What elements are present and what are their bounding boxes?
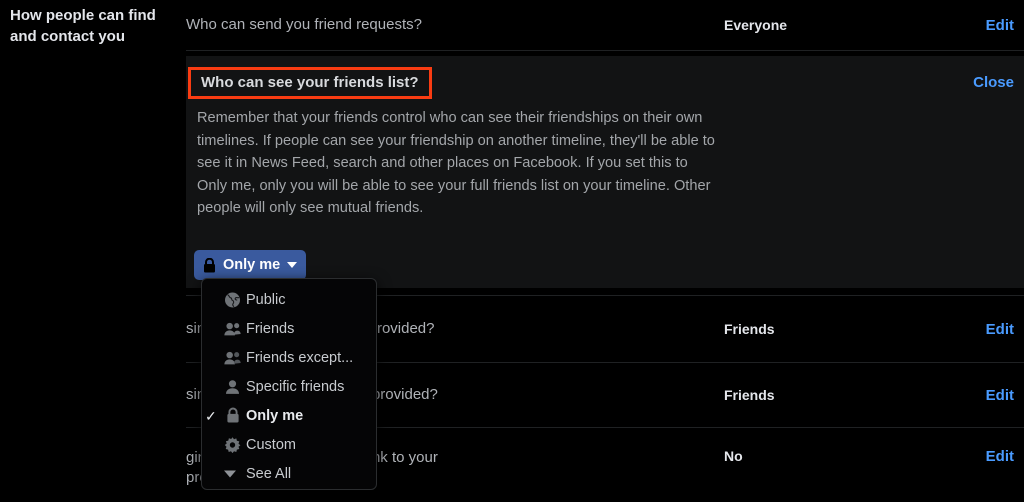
dropdown-item-label: Specific friends xyxy=(246,378,345,395)
gear-icon xyxy=(224,436,241,453)
friends-except-icon xyxy=(224,349,241,366)
setting-value: Friends xyxy=(724,321,775,337)
audience-selector-label: Only me xyxy=(223,257,281,273)
dropdown-item-only-me[interactable]: ✓ Only me xyxy=(202,401,376,430)
dropdown-item-label: Public xyxy=(246,291,286,308)
dropdown-item-public[interactable]: Public xyxy=(202,285,376,314)
setting-value: Friends xyxy=(724,387,775,403)
section-heading: How people can find and contact you xyxy=(10,7,156,45)
dropdown-item-label: Friends xyxy=(246,320,295,337)
audience-selector-button[interactable]: Only me xyxy=(194,250,307,280)
edit-link[interactable]: Edit xyxy=(986,17,1024,34)
person-icon xyxy=(224,378,241,395)
close-link[interactable]: Close xyxy=(973,74,1014,91)
edit-link[interactable]: Edit xyxy=(986,387,1024,404)
setting-row-friend-requests[interactable]: Who can send you friend requests? Everyo… xyxy=(186,0,1024,50)
dropdown-item-see-all[interactable]: See All xyxy=(202,459,376,488)
dropdown-item-friends-except[interactable]: Friends except... xyxy=(202,343,376,372)
dropdown-item-label: Friends except... xyxy=(246,349,354,366)
expanded-setting-panel-friends-list: Who can see your friends list? Close Rem… xyxy=(186,56,1024,288)
lock-icon xyxy=(203,257,216,273)
friends-icon xyxy=(224,320,241,337)
dropdown-item-label: Only me xyxy=(246,407,304,424)
audience-dropdown-menu[interactable]: Public Friends Friends except... Specifi… xyxy=(201,278,377,490)
dropdown-item-specific-friends[interactable]: Specific friends xyxy=(202,372,376,401)
dropdown-item-friends[interactable]: Friends xyxy=(202,314,376,343)
dropdown-item-label: See All xyxy=(246,465,292,482)
chevron-down-icon xyxy=(224,470,236,477)
row-divider xyxy=(186,50,1024,51)
dropdown-item-custom[interactable]: Custom xyxy=(202,430,376,459)
check-icon: ✓ xyxy=(205,407,217,424)
highlight-box: Who can see your friends list? xyxy=(188,67,432,99)
globe-icon xyxy=(224,291,241,308)
expanded-setting-description: Remember that your friends control who c… xyxy=(197,110,715,216)
edit-link[interactable]: Edit xyxy=(986,448,1024,465)
setting-value: No xyxy=(724,448,743,464)
expanded-setting-title: Who can see your friends list? xyxy=(201,74,419,91)
edit-link[interactable]: Edit xyxy=(986,321,1024,338)
lock-icon xyxy=(224,407,241,424)
setting-question: Who can send you friend requests? xyxy=(186,16,422,33)
dropdown-item-label: Custom xyxy=(246,436,296,453)
setting-value: Everyone xyxy=(724,17,788,33)
privacy-settings-page: How people can find and contact you Who … xyxy=(0,0,1024,502)
chevron-down-icon xyxy=(287,262,298,268)
